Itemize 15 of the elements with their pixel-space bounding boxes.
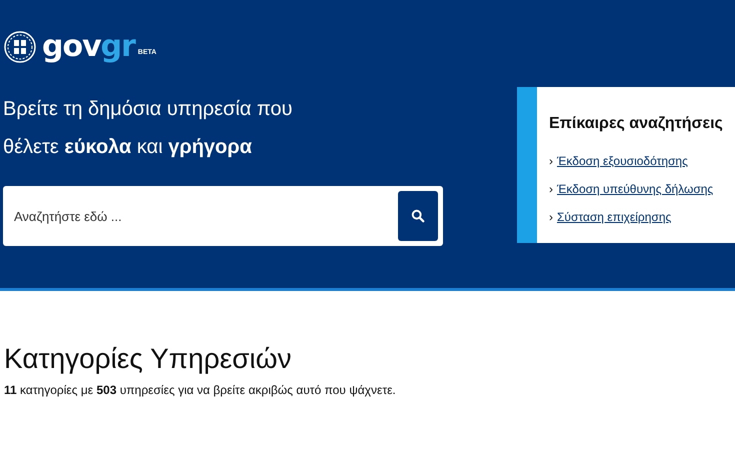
chevron-icon: ›	[549, 210, 553, 224]
search-link[interactable]: Σύσταση επιχείρησης	[557, 210, 672, 224]
logo-text[interactable]: govgr	[42, 32, 135, 62]
emblem-icon	[4, 31, 36, 63]
chevron-icon: ›	[549, 154, 553, 168]
hero-heading: Βρείτε τη δημόσια υπηρεσία που θέλετε εύκολα και γρήγορα	[3, 97, 294, 160]
search-link[interactable]: Έκδοση εξουσιοδότησης	[557, 154, 688, 168]
section-summary: 11 κατηγορίες με 503 υπηρεσίες για να βρείτε ακριβώς αυτό που ψάχνετε.	[4, 383, 397, 397]
search-button[interactable]	[398, 191, 438, 241]
card-title: Επίκαιρες αναζητήσεις	[549, 115, 724, 133]
search-link[interactable]: Έκδοση υπεύθυνης δήλωσης	[557, 182, 714, 196]
search-icon	[411, 209, 425, 223]
search-field[interactable]: Αναζητήστε εδώ ...	[12, 208, 376, 224]
section-title: Κατηγορίες Υπηρεσιών	[4, 342, 292, 376]
chevron-icon: ›	[549, 182, 553, 196]
